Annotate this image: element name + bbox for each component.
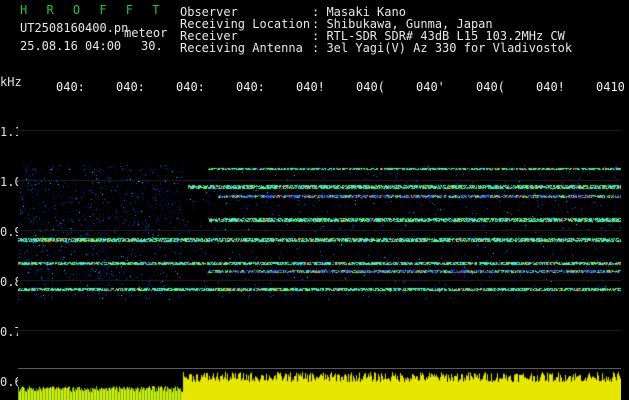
app-brand: H R O F F T [20,3,166,17]
file-name: UT2508160400.pn [20,21,129,35]
time-label: 040' [416,80,445,94]
time-label: 040: [236,80,265,94]
time-label: 040( [476,80,505,94]
time-label: 040: [116,80,145,94]
signal-level-meter [18,370,621,400]
time-label: 040: [56,80,85,94]
timestamp: 25.08.16 04:00 [20,39,122,53]
meter-divider [18,368,621,369]
freq-unit: kHz [0,75,22,89]
meteor-label: meteor [124,26,168,40]
antenna-value: : 3el Yagi(V) Az 330 for Vladivostok [312,41,573,55]
time-label: 040( [356,80,385,94]
time-label: 040! [296,80,325,94]
meteor-count: 30. [141,39,163,53]
time-label: 040! [536,80,565,94]
time-label: 0410 [596,80,625,94]
time-label: 040: [176,80,205,94]
spectrogram-waterfall [18,100,621,368]
antenna-label: Receiving Antenna [180,41,303,55]
